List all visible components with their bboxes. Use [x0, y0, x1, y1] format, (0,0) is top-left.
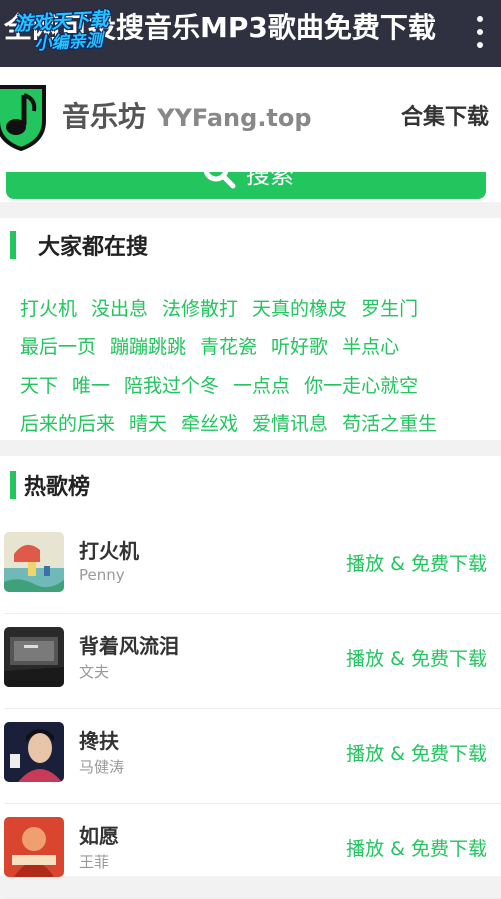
brand-domain: YYFang.top — [157, 104, 312, 132]
song-title: 背着风流泪 — [79, 634, 179, 658]
song-row[interactable]: 打火机 Penny 播放 & 免费下载 — [4, 519, 501, 614]
search-tag[interactable]: 牵丝戏 — [181, 409, 238, 436]
search-tag[interactable]: 你一走心就空 — [304, 371, 418, 398]
search-tag[interactable]: 罗生门 — [361, 294, 418, 321]
song-artist: 王菲 — [79, 853, 110, 871]
search-tag[interactable]: 晴天 — [129, 409, 167, 436]
watermark-stamp: 游戏天下载 小编亲测 — [13, 7, 145, 56]
song-title: 搀扶 — [79, 729, 119, 753]
hot-chart-section: 热歌榜 打火机 Penny 播放 & 免费下载 背着风流泪 文夫 播放 & 免费… — [0, 456, 501, 899]
search-tag[interactable]: 半点心 — [342, 332, 399, 359]
album-cover — [4, 722, 64, 782]
play-download-link[interactable]: 播放 & 免费下载 — [346, 549, 487, 576]
song-artist: 马健涛 — [79, 758, 125, 776]
album-cover — [4, 817, 64, 877]
search-tag[interactable]: 陪我过个冬 — [124, 371, 219, 398]
search-button[interactable]: 搜索 — [6, 172, 486, 199]
play-download-link[interactable]: 播放 & 免费下载 — [346, 644, 487, 671]
song-row[interactable]: 如愿 王菲 播放 & 免费下载 — [4, 804, 501, 899]
album-cover — [4, 532, 64, 592]
search-tag[interactable]: 爱情讯息 — [252, 409, 328, 436]
song-artist: Penny — [79, 566, 125, 584]
brand-name: 音乐坊 — [62, 100, 147, 133]
search-tag[interactable]: 后来的后来 — [20, 409, 115, 436]
collection-download-link[interactable]: 合集下载 — [401, 103, 489, 133]
search-area: 搜索 — [0, 172, 501, 202]
song-row[interactable]: 搀扶 马健涛 播放 & 免费下载 — [4, 709, 501, 804]
song-list: 打火机 Penny 播放 & 免费下载 背着风流泪 文夫 播放 & 免费下载 搀… — [0, 519, 501, 899]
search-tag[interactable]: 打火机 — [20, 294, 77, 321]
search-tag[interactable]: 最后一页 — [20, 332, 96, 359]
tag-row: 后来的后来 晴天 牵丝戏 爱情讯息 苟活之重生 — [20, 404, 490, 443]
search-tag[interactable]: 没出息 — [91, 294, 148, 321]
section-accent-bar — [10, 471, 16, 499]
play-download-link[interactable]: 播放 & 免费下载 — [346, 739, 487, 766]
search-button-label: 搜索 — [246, 172, 294, 189]
tag-row: 打火机 没出息 法修散打 天真的橡皮 罗生门 — [20, 288, 490, 327]
music-note-shield-icon[interactable] — [0, 81, 48, 151]
search-tag[interactable]: 听好歌 — [271, 332, 328, 359]
search-icon — [203, 172, 236, 189]
search-tag[interactable]: 苟活之重生 — [342, 409, 437, 436]
search-tag[interactable]: 青花瓷 — [200, 332, 257, 359]
tag-row: 最后一页 蹦蹦跳跳 青花瓷 听好歌 半点心 — [20, 327, 490, 366]
search-tag[interactable]: 天真的橡皮 — [252, 294, 347, 321]
search-tag[interactable]: 法修散打 — [162, 294, 238, 321]
song-title: 打火机 — [79, 539, 139, 563]
hot-search-section: 大家都在搜 打火机 没出息 法修散打 天真的橡皮 罗生门 最后一页 蹦蹦跳跳 青… — [0, 218, 501, 440]
app-bar: 全网可投搜音乐MP3歌曲免费下载 游戏天下载 小编亲测 — [0, 0, 501, 67]
site-header: 音乐坊 YYFang.top 合集下载 — [0, 67, 501, 172]
section-accent-bar — [10, 231, 16, 259]
search-tag[interactable]: 唯一 — [72, 371, 110, 398]
tag-row: 天下 唯一 陪我过个冬 一点点 你一走心就空 — [20, 365, 490, 404]
hot-chart-title: 热歌榜 — [24, 475, 91, 500]
search-tag[interactable]: 蹦蹦跳跳 — [110, 332, 186, 359]
song-row[interactable]: 背着风流泪 文夫 播放 & 免费下载 — [4, 614, 501, 709]
play-download-link[interactable]: 播放 & 免费下载 — [346, 834, 487, 861]
search-tag[interactable]: 一点点 — [233, 371, 290, 398]
brand[interactable]: 音乐坊 YYFang.top — [62, 97, 312, 137]
more-vertical-icon[interactable] — [473, 12, 487, 52]
song-artist: 文夫 — [79, 663, 110, 681]
hot-search-tags: 打火机 没出息 法修散打 天真的橡皮 罗生门 最后一页 蹦蹦跳跳 青花瓷 听好歌… — [20, 288, 490, 442]
search-tag[interactable]: 天下 — [20, 371, 58, 398]
hot-search-title: 大家都在搜 — [38, 235, 149, 260]
album-cover — [4, 627, 64, 687]
song-title: 如愿 — [79, 824, 119, 848]
